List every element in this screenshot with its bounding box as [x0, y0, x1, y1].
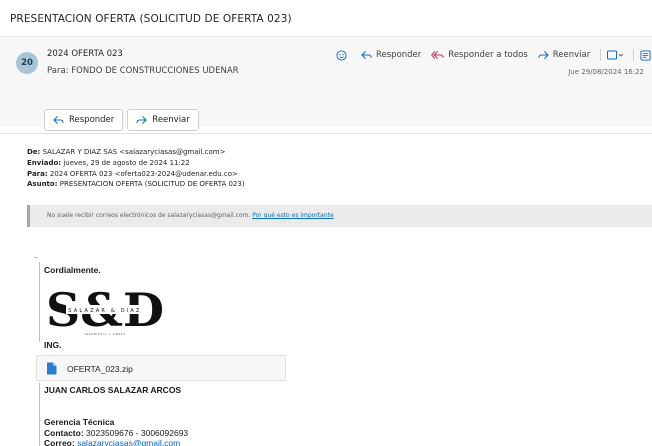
reply-all-button[interactable]: Responder a todos	[431, 50, 528, 60]
file-icon	[47, 362, 57, 375]
emoji-reaction-button[interactable]	[336, 49, 351, 61]
reply-icon	[361, 50, 372, 60]
signer-role: Gerencia Técnica	[44, 417, 115, 427]
reply-icon	[53, 115, 64, 125]
to-value: 2024 OFERTA 023 <oferta023-2024@udenar.e…	[49, 169, 238, 178]
company-logo: S&D SALAZAR & DIAZ INGENIERÍA Y OBRAS	[46, 283, 164, 337]
to-value[interactable]: FONDO DE CONSTRUCCIONES UDENAR	[71, 66, 238, 76]
subject-row: Asunto: PRESENTACION OFERTA (SOLICITUD D…	[27, 179, 245, 190]
quick-forward-label: Reenviar	[152, 115, 190, 125]
contact-line: Contacto: 3023509676 - 3006092693	[44, 428, 188, 438]
to-label: Para:	[47, 66, 69, 76]
forwarded-header: De: SALAZAR Y DIAZ SAS <salazaryciasas@g…	[27, 147, 245, 190]
contact-label: Contacto:	[44, 428, 84, 438]
body-divider	[0, 133, 652, 134]
notice-link[interactable]: Por qué esto es importante	[252, 212, 333, 219]
reply-all-icon	[431, 50, 444, 60]
message-toolbar: Responder Responder a todos Reenviar	[336, 47, 652, 63]
email-subject: PRESENTACION OFERTA (SOLICITUD DE OFERTA…	[10, 13, 292, 25]
teams-share-button[interactable]	[607, 50, 627, 60]
quick-forward-button[interactable]: Reenviar	[127, 109, 199, 131]
immersive-reader-button[interactable]	[640, 49, 652, 61]
teams-icon	[607, 50, 624, 60]
forward-icon	[136, 115, 148, 125]
subject-value: PRESENTACION OFERTA (SOLICITUD DE OFERTA…	[59, 180, 245, 189]
from-row: De: SALAZAR Y DIAZ SAS <salazaryciasas@g…	[27, 147, 245, 158]
avatar[interactable]: 20	[16, 52, 38, 74]
to-label: Para:	[27, 169, 48, 178]
external-sender-notice: No suele recibir correos electrónicos de…	[27, 205, 652, 227]
from-value: SALAZAR Y DIAZ SAS <salazaryciasas@gmail…	[42, 148, 226, 156]
contact-value: 3023509676 - 3006092693	[86, 428, 189, 438]
subject-label: Asunto:	[27, 180, 58, 189]
sent-value: jueves, 29 de agosto de 2024 11:22	[63, 158, 190, 167]
reply-label: Responder	[376, 50, 422, 60]
forward-label: Reenviar	[552, 50, 591, 60]
reply-all-label: Responder a todos	[448, 50, 528, 60]
title-line: ING.	[44, 340, 62, 350]
quick-reply-label: Responder	[69, 115, 115, 125]
sent-row: Enviado: jueves, 29 de agosto de 2024 11…	[27, 158, 245, 169]
forward-button[interactable]: Reenviar	[538, 50, 590, 60]
email-link[interactable]: salazaryciasas@gmail.com	[77, 438, 180, 446]
notice-text: No suele recibir correos electrónicos de…	[47, 212, 251, 219]
reply-button[interactable]: Responder	[361, 50, 421, 60]
forward-icon	[538, 50, 549, 60]
notice-text-line: No suele recibir correos electrónicos de…	[47, 212, 334, 219]
quote-bar	[39, 262, 40, 342]
email-label: Correo:	[44, 438, 75, 446]
subject-bar: PRESENTACION OFERTA (SOLICITUD DE OFERTA…	[0, 0, 652, 37]
quick-reply-button[interactable]: Responder	[44, 109, 124, 131]
toolbar-separator-2	[633, 49, 635, 61]
sent-label: Enviado:	[27, 158, 62, 167]
email-line: Correo: salazaryciasas@gmail.com	[44, 438, 180, 446]
recipient-line: Para: FONDO DE CONSTRUCCIONES UDENAR	[47, 66, 239, 76]
signature-separator: --	[34, 254, 39, 261]
attachment-name: OFERTA_023.zip	[67, 364, 133, 374]
from-label: De:	[27, 148, 41, 156]
signer-name: JUAN CARLOS SALAZAR ARCOS	[44, 385, 182, 395]
to-row: Para: 2024 OFERTA 023 <oferta023-2024@ud…	[27, 169, 245, 180]
quick-actions: Responder Reenviar	[44, 109, 203, 131]
toolbar-separator	[600, 49, 602, 61]
sender-name[interactable]: 2024 OFERTA 023	[47, 49, 123, 59]
reader-icon	[640, 49, 651, 61]
greeting: Cordialmente.	[44, 265, 101, 275]
smiley-icon	[336, 49, 347, 61]
attachment-card[interactable]: OFERTA_023.zip	[36, 355, 286, 381]
message-date: Jue 29/08/2024 16:22	[568, 68, 644, 76]
quote-bar-2	[39, 383, 40, 446]
logo-text: SALAZAR & DIAZ	[68, 308, 141, 314]
